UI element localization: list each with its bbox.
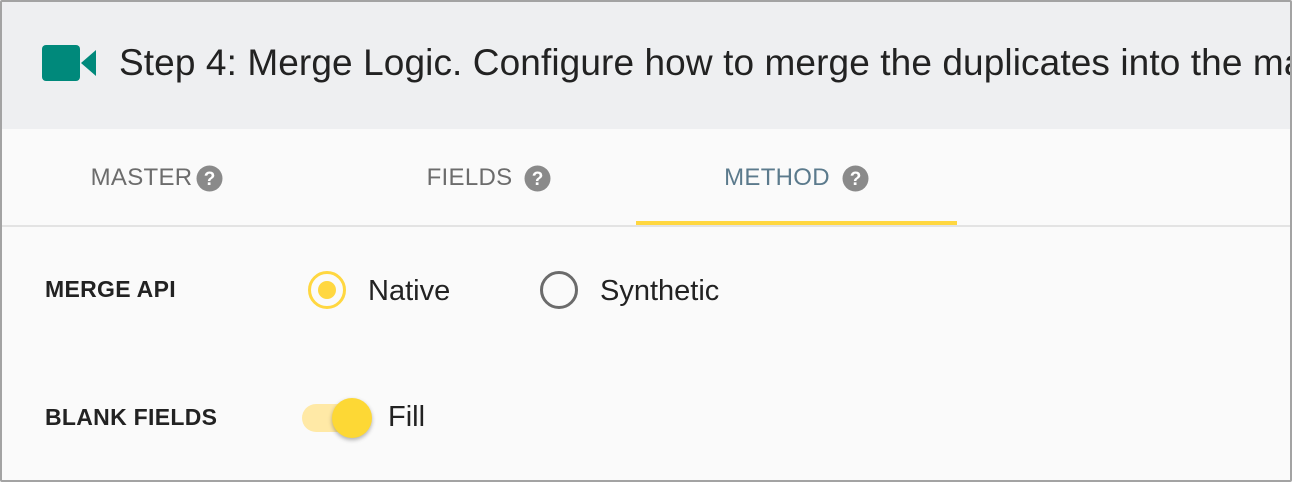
video-camera-icon: [42, 45, 96, 81]
active-tab-indicator: [636, 221, 957, 225]
tab-master[interactable]: MASTER ?: [42, 129, 272, 227]
radio-synthetic[interactable]: [539, 270, 579, 310]
merge-logic-panel: Step 4: Merge Logic. Configure how to me…: [0, 0, 1292, 482]
tab-method[interactable]: METHOD ?: [636, 129, 957, 227]
svg-text:?: ?: [850, 169, 862, 190]
page-title: Step 4: Merge Logic. Configure how to me…: [119, 42, 1290, 83]
radio-native-label[interactable]: Native: [368, 275, 450, 308]
tab-method-label: METHOD: [724, 164, 830, 191]
question-circle-icon[interactable]: ?: [524, 165, 551, 192]
svg-text:?: ?: [204, 169, 216, 190]
tab-fields-label: FIELDS: [426, 164, 513, 191]
fill-toggle-thumb[interactable]: [332, 398, 372, 438]
header-bar: Step 4: Merge Logic. Configure how to me…: [2, 2, 1290, 129]
fill-toggle-label: Fill: [388, 401, 426, 433]
radio-native[interactable]: [307, 270, 347, 310]
blank-fields-label: BLANK FIELDS: [45, 404, 218, 430]
radio-synthetic-label[interactable]: Synthetic: [600, 275, 719, 308]
merge-api-label: MERGE API: [45, 276, 176, 302]
question-circle-icon[interactable]: ?: [196, 165, 223, 192]
svg-text:?: ?: [532, 169, 544, 190]
question-circle-icon[interactable]: ?: [842, 165, 869, 192]
tab-master-label: MASTER: [90, 164, 193, 191]
tab-bar: MASTER ? FIELDS ? METHOD ?: [2, 129, 1290, 227]
tab-fields[interactable]: FIELDS ?: [374, 129, 604, 227]
